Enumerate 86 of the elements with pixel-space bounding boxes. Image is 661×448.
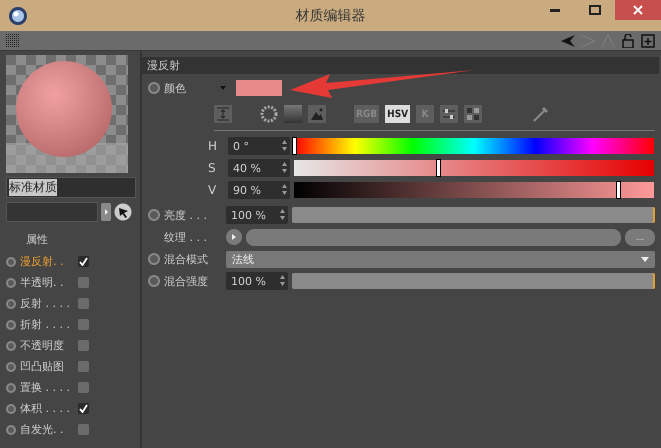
keyframe-circle-icon[interactable] [6,340,16,350]
material-name-field[interactable]: 标准材质 [6,177,136,198]
gradient-icon[interactable] [284,105,302,123]
color-swatch[interactable] [236,80,282,96]
dropdown-arrow-icon [641,256,649,262]
keyframe-circle-icon[interactable] [148,209,160,221]
channel-checkbox[interactable] [78,277,89,288]
channel-label: V [208,183,218,197]
close-button[interactable] [615,0,661,20]
hue-field[interactable]: 0 ° [228,137,290,155]
play-triangle-icon [231,233,237,241]
channel-item[interactable]: 体积 . . . . [20,401,74,416]
spinner-arrows-icon [280,209,285,220]
value-field[interactable]: 90 % [228,181,290,199]
color-mode-button[interactable]: HSV [385,105,410,123]
caret-icon[interactable] [220,86,226,90]
color-wheel-icon[interactable] [260,105,278,123]
texture-field[interactable] [246,228,621,246]
keyframe-circle-icon[interactable] [148,82,160,94]
image-icon[interactable] [308,105,326,123]
channel-checkbox[interactable] [78,340,89,351]
keyframe-circle-icon[interactable] [148,275,160,287]
keyframe-circle-icon[interactable] [6,404,16,414]
expand-button[interactable] [101,203,111,221]
channel-checkbox[interactable] [78,361,89,372]
keyframe-circle-icon[interactable] [6,320,16,330]
channel-item[interactable]: 自发光. . [20,422,74,437]
grip-icon[interactable] [6,34,20,48]
texture-label: 纹理 . . . [164,230,208,244]
channel-item[interactable]: 折射 . . . . [20,317,74,332]
channel-checkbox[interactable] [78,382,89,393]
keyframe-circle-icon[interactable] [6,298,16,308]
spinner-arrows-icon [282,140,287,151]
blend-mode-label: 混合模式 [164,252,209,266]
section-title: 漫反射 [147,58,180,73]
keyframe-circle-icon[interactable] [148,253,160,265]
spectrum-icon[interactable] [214,105,232,123]
minimize-icon [550,8,560,12]
color-label: 颜色 [164,80,187,96]
mixer-icon[interactable] [440,105,458,123]
lock-icon[interactable] [621,34,635,48]
hue-slider-thumb[interactable] [292,137,297,155]
eyedropper-icon[interactable] [532,105,550,123]
browse-button[interactable]: ... [625,228,655,246]
channel-item[interactable]: 不透明度 [20,338,74,353]
channel-item[interactable]: 漫反射. . [20,254,74,269]
blend-mode-dropdown[interactable]: 法线 [226,250,655,268]
blend-strength-slider[interactable] [292,273,655,289]
spinner-arrows-icon [282,162,287,173]
new-panel-icon[interactable] [641,34,655,48]
saturation-field[interactable]: 40 % [228,159,290,177]
texture-menu-button[interactable] [226,229,242,245]
value-slider-thumb[interactable] [616,181,621,199]
brightness-label: 亮度 . . . [164,208,208,222]
app-logo-icon [8,6,28,26]
window-title: 材质编辑器 [296,8,366,24]
close-icon [633,5,643,15]
keyframe-circle-icon[interactable] [6,382,16,392]
channel-checkbox[interactable] [78,403,89,414]
channel-item[interactable]: 半透明. . [20,275,74,290]
channel-checkbox[interactable] [78,424,89,435]
brightness-slider[interactable] [292,207,655,223]
keyframe-circle-icon[interactable] [6,278,16,288]
maximize-icon [589,5,601,15]
keyframe-circle-icon[interactable] [6,256,16,266]
blend-strength-label: 混合强度 [164,274,209,288]
saturation-slider-thumb[interactable] [436,159,441,177]
spinner-arrows-icon [280,275,285,286]
channel-label: S [208,161,217,175]
channel-item[interactable]: 反射 . . . . [20,296,74,311]
back-arrow-icon[interactable] [561,34,575,48]
pointer-icon[interactable] [114,203,132,221]
blend-strength-field[interactable]: 100 % [226,272,288,290]
keyframe-circle-icon[interactable] [6,362,16,372]
channel-item[interactable]: 置换 . . . . [20,380,74,395]
channel-checkbox[interactable] [78,319,89,330]
keyframe-circle-icon[interactable] [6,424,16,434]
channel-item[interactable]: 凹凸贴图 [20,359,74,374]
properties-heading: 属性 [26,232,49,247]
spinner-arrows-icon [282,184,287,195]
channel-checkbox[interactable] [78,298,89,309]
brightness-field[interactable]: 100 % [226,206,288,224]
link-field[interactable] [6,202,98,222]
swatches-icon[interactable] [464,105,482,123]
channel-label: H [208,139,218,153]
channel-checkbox[interactable] [78,256,89,267]
